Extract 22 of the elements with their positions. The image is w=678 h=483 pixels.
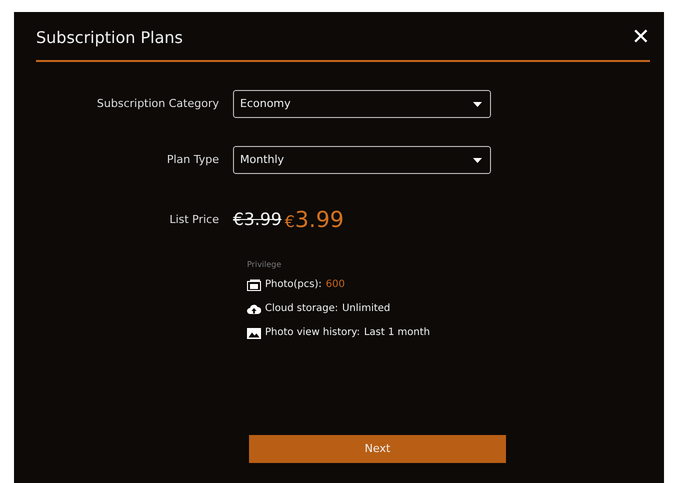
next-button[interactable]: Next [249, 435, 506, 463]
sale-price: €3.99 [284, 207, 344, 235]
field-label: Plan Type [166, 152, 220, 168]
image-icon [247, 326, 261, 338]
modal-title: Subscription Plans [36, 27, 183, 49]
privilege-value: Last 1 month [364, 326, 430, 340]
privilege-value: 600 [326, 278, 345, 292]
privilege-value: Unlimited [342, 302, 390, 316]
privilege-label: Photo(pcs): [265, 278, 322, 292]
privilege-label: Photo view history: [265, 326, 360, 340]
original-price: €3.99 [233, 208, 282, 232]
photos-icon [247, 278, 261, 290]
privilege-label: Cloud storage: [265, 302, 338, 316]
close-button[interactable]: ✕ [632, 27, 650, 49]
caret-icon [473, 102, 482, 106]
privilege-heading: Privilege [247, 259, 282, 271]
field-label: List Price [168, 212, 220, 228]
cloud-upload-icon [247, 302, 261, 314]
dropdown-field[interactable]: Monthly [233, 146, 491, 174]
field-label: Subscription Category [96, 96, 220, 112]
caret-icon [473, 158, 482, 162]
dropdown-field[interactable]: Economy [233, 90, 491, 118]
